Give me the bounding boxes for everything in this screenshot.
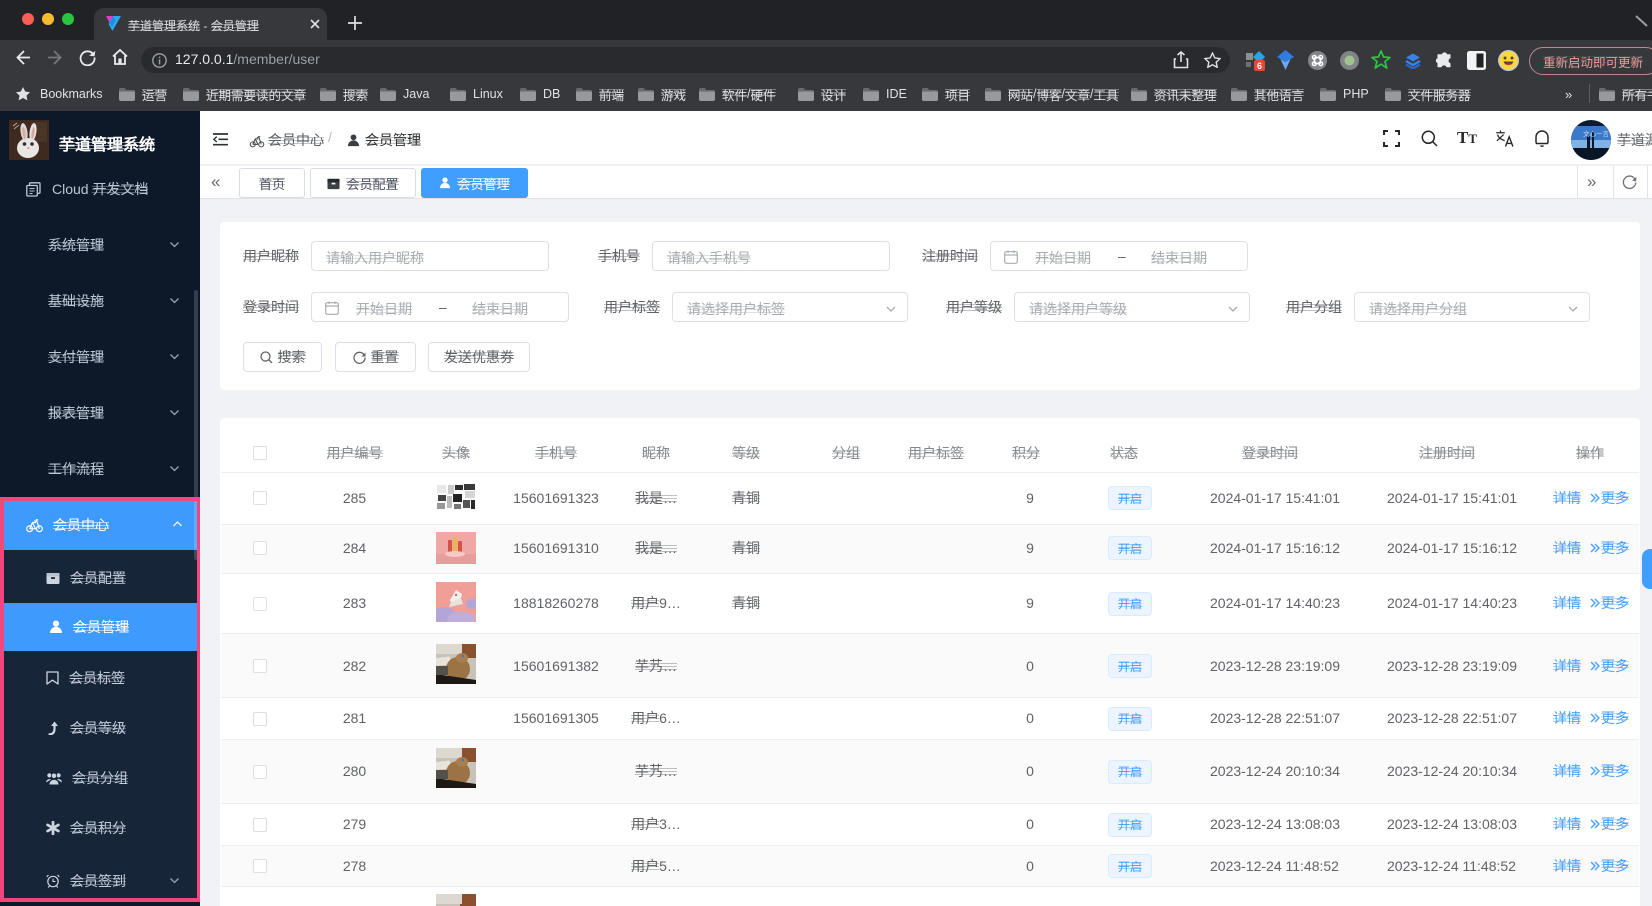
svg-text:6: 6 xyxy=(1257,61,1262,71)
svg-text:文心一言: 文心一言 xyxy=(1583,129,1610,138)
